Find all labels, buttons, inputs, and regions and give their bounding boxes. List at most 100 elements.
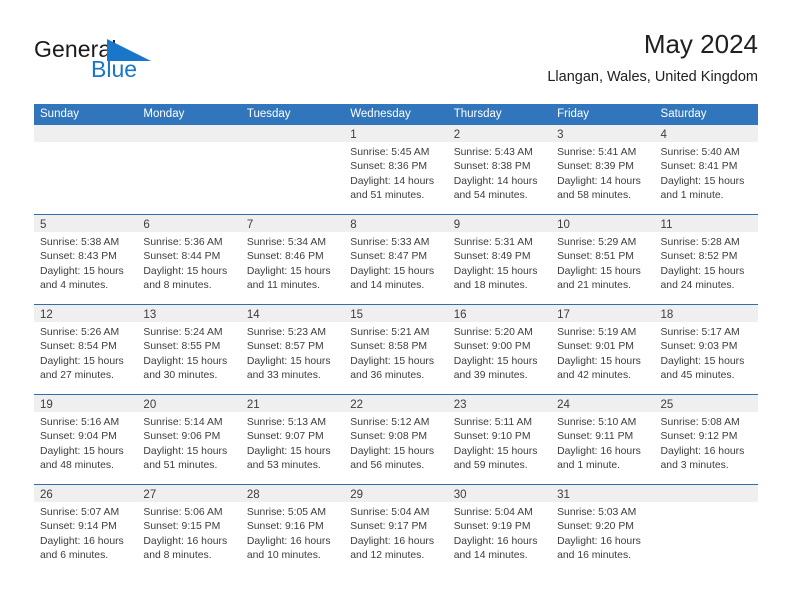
day-detail-lines: Sunrise: 5:12 AM Sunset: 9:08 PM Daylight:… (344, 412, 447, 473)
calendar-day-cell-8[interactable]: 8 Sunrise: 5:33 AM Sunset: 8:47 PM Daylight… (344, 215, 448, 304)
calendar-day-cell-29[interactable]: 29 Sunrise: 5:04 AM Sunset: 9:17 PM Dayligh… (344, 485, 448, 574)
day-detail-line: and 18 minutes. (453, 279, 528, 291)
day-detail-line: and 54 minutes. (453, 189, 528, 201)
calendar-day-cell-11[interactable]: 11 Sunrise: 5:28 AM Sunset: 8:52 PM Dayligh… (654, 215, 758, 304)
day-number-band: 31 (551, 485, 655, 502)
calendar-day-cell-18[interactable]: 18 Sunrise: 5:17 AM Sunset: 9:03 PM Dayligh… (654, 305, 758, 394)
day-detail-line: and 12 minutes. (350, 549, 425, 561)
calendar-day-cell-28[interactable]: 28 Sunrise: 5:05 AM Sunset: 9:16 PM Dayligh… (240, 485, 345, 574)
calendar-grid: Sunday Monday Tuesday Wednesday Thursday Frid… (34, 104, 758, 574)
day-detail-line: Sunset: 9:12 PM (660, 431, 738, 443)
day-number: 26 (40, 489, 53, 501)
day-detail-line: and 10 minutes. (246, 549, 321, 561)
calendar-day-cell-empty[interactable] (34, 125, 138, 214)
day-detail-line: and 51 minutes. (350, 189, 425, 201)
day-detail-line: and 30 minutes. (143, 369, 218, 381)
calendar-body: 1 Sunrise: 5:45 AM Sunset: 8:36 PM Daylight… (34, 125, 758, 574)
day-number-band: 30 (447, 485, 552, 502)
day-number: 30 (453, 489, 467, 501)
day-number-band: 5 (34, 215, 138, 232)
day-number: 29 (350, 489, 364, 501)
calendar-day-cell-17[interactable]: 17 Sunrise: 5:19 AM Sunset: 9:01 PM Dayligh… (551, 305, 655, 394)
day-detail-line: Sunset: 8:54 PM (40, 341, 117, 353)
calendar-day-cell-5[interactable]: 5 Sunrise: 5:38 AM Sunset: 8:43 PM Daylight… (34, 215, 138, 304)
day-detail-lines: Sunrise: 5:29 AM Sunset: 8:51 PM Daylight:… (551, 232, 654, 293)
calendar-day-cell-13[interactable]: 13 Sunrise: 5:24 AM Sunset: 8:55 PM Dayligh… (137, 305, 241, 394)
day-detail-line: Sunrise: 5:03 AM (557, 507, 637, 518)
day-detail-lines: Sunrise: 5:23 AM Sunset: 8:57 PM Daylight:… (241, 322, 344, 383)
day-number: 15 (350, 309, 364, 321)
day-number: 8 (350, 219, 357, 231)
day-detail-line: Sunset: 8:44 PM (143, 251, 221, 263)
day-detail-line: Sunrise: 5:11 AM (453, 417, 533, 428)
calendar-day-cell-empty[interactable] (240, 125, 345, 214)
day-detail-line: and 8 minutes. (143, 549, 212, 561)
day-detail-line: Daylight: 15 hours (557, 265, 641, 277)
calendar-day-cell-20[interactable]: 20 Sunrise: 5:14 AM Sunset: 9:06 PM Dayligh… (137, 395, 241, 484)
calendar-day-cell-12[interactable]: 12 Sunrise: 5:26 AM Sunset: 8:54 PM Dayligh… (34, 305, 138, 394)
calendar-day-cell-empty[interactable] (654, 485, 758, 574)
calendar-day-cell-7[interactable]: 7 Sunrise: 5:34 AM Sunset: 8:46 PM Daylight… (240, 215, 345, 304)
day-number-band: 15 (344, 305, 448, 322)
calendar-day-cell-31[interactable]: 31 Sunrise: 5:03 AM Sunset: 9:20 PM Dayligh… (551, 485, 655, 574)
general-blue-logo[interactable]: General Blue (34, 36, 234, 90)
day-detail-lines: Sunrise: 5:14 AM Sunset: 9:06 PM Daylight:… (137, 412, 240, 473)
day-detail-lines: Sunrise: 5:33 AM Sunset: 8:47 PM Daylight:… (344, 232, 447, 293)
day-detail-lines: Sunrise: 5:17 AM Sunset: 9:03 PM Daylight:… (655, 322, 758, 383)
logo-text-blue: Blue (91, 56, 138, 82)
calendar-day-cell-empty[interactable] (137, 125, 241, 214)
day-number: 11 (660, 219, 673, 231)
day-detail-line: Sunrise: 5:36 AM (143, 237, 223, 248)
day-detail-line: Daylight: 15 hours (40, 445, 124, 457)
calendar-day-cell-23[interactable]: 23 Sunrise: 5:11 AM Sunset: 9:10 PM Dayligh… (447, 395, 552, 484)
day-detail-line: Sunset: 9:01 PM (557, 341, 634, 353)
calendar-day-cell-9[interactable]: 9 Sunrise: 5:31 AM Sunset: 8:49 PM Daylight… (447, 215, 552, 304)
day-detail-line: Sunset: 8:41 PM (660, 161, 738, 173)
day-detail-line: and 33 minutes. (246, 369, 321, 381)
day-number: 9 (453, 219, 461, 231)
day-number-band: 18 (654, 305, 758, 322)
day-number-band: 14 (240, 305, 345, 322)
calendar-day-cell-25[interactable]: 25 Sunrise: 5:08 AM Sunset: 9:12 PM Dayligh… (654, 395, 758, 484)
calendar-day-cell-22[interactable]: 22 Sunrise: 5:12 AM Sunset: 9:08 PM Dayligh… (344, 395, 448, 484)
calendar-day-cell-4[interactable]: 4 Sunrise: 5:40 AM Sunset: 8:41 PM Daylight… (654, 125, 758, 214)
day-detail-lines: Sunrise: 5:38 AM Sunset: 8:43 PM Daylight:… (34, 232, 137, 293)
day-number-band: 3 (551, 125, 655, 142)
day-detail-line: Daylight: 15 hours (246, 265, 331, 277)
calendar-day-cell-2[interactable]: 2 Sunrise: 5:43 AM Sunset: 8:38 PM Daylight… (447, 125, 552, 214)
day-number: 10 (557, 219, 570, 231)
calendar-day-cell-19[interactable]: 19 Sunrise: 5:16 AM Sunset: 9:04 PM Dayligh… (34, 395, 138, 484)
calendar-day-cell-3[interactable]: 3 Sunrise: 5:41 AM Sunset: 8:39 PM Daylight… (551, 125, 655, 214)
day-number: 23 (453, 399, 467, 411)
day-detail-line: Sunset: 8:51 PM (557, 251, 634, 263)
calendar-day-cell-30[interactable]: 30 Sunrise: 5:04 AM Sunset: 9:19 PM Dayligh… (447, 485, 552, 574)
day-detail-line: Daylight: 15 hours (453, 445, 538, 457)
calendar-week-row: 19 Sunrise: 5:16 AM Sunset: 9:04 PM Dayligh… (34, 394, 758, 484)
day-detail-line: Daylight: 15 hours (660, 355, 745, 367)
day-detail-line: Sunrise: 5:07 AM (40, 507, 120, 518)
day-detail-line: Daylight: 16 hours (246, 535, 331, 547)
day-detail-line: and 45 minutes. (660, 369, 735, 381)
calendar-day-cell-15[interactable]: 15 Sunrise: 5:21 AM Sunset: 8:58 PM Dayligh… (344, 305, 448, 394)
calendar-day-cell-26[interactable]: 26 Sunrise: 5:07 AM Sunset: 9:14 PM Dayligh… (34, 485, 138, 574)
day-detail-line: Sunrise: 5:40 AM (660, 147, 740, 158)
day-detail-line: and 14 minutes. (350, 279, 425, 291)
day-detail-line: Daylight: 15 hours (350, 355, 435, 367)
day-detail-line: Daylight: 14 hours (557, 175, 641, 187)
day-detail-line: Sunset: 9:11 PM (557, 431, 634, 443)
calendar-day-cell-10[interactable]: 10 Sunrise: 5:29 AM Sunset: 8:51 PM Dayligh… (551, 215, 655, 304)
day-detail-line: Sunset: 9:14 PM (40, 521, 117, 533)
day-detail-line: Daylight: 16 hours (350, 535, 435, 547)
calendar-day-cell-1[interactable]: 1 Sunrise: 5:45 AM Sunset: 8:36 PM Daylight… (344, 125, 448, 214)
calendar-day-cell-21[interactable]: 21 Sunrise: 5:13 AM Sunset: 9:07 PM Dayligh… (240, 395, 345, 484)
day-detail-lines: Sunrise: 5:28 AM Sunset: 8:52 PM Daylight:… (655, 232, 758, 293)
calendar-day-cell-24[interactable]: 24 Sunrise: 5:10 AM Sunset: 9:11 PM Dayligh… (551, 395, 655, 484)
calendar-day-cell-27[interactable]: 27 Sunrise: 5:06 AM Sunset: 9:15 PM Dayligh… (137, 485, 241, 574)
day-detail-line: Sunrise: 5:45 AM (350, 147, 430, 158)
day-detail-line: Sunrise: 5:26 AM (40, 327, 120, 338)
calendar-day-cell-6[interactable]: 6 Sunrise: 5:36 AM Sunset: 8:44 PM Daylight… (137, 215, 241, 304)
day-detail-lines: Sunrise: 5:43 AM Sunset: 8:38 PM Daylight:… (448, 142, 551, 203)
calendar-day-cell-16[interactable]: 16 Sunrise: 5:20 AM Sunset: 9:00 PM Dayligh… (447, 305, 552, 394)
day-detail-line: Sunrise: 5:08 AM (660, 417, 740, 428)
calendar-day-cell-14[interactable]: 14 Sunrise: 5:23 AM Sunset: 8:57 PM Dayligh… (240, 305, 345, 394)
